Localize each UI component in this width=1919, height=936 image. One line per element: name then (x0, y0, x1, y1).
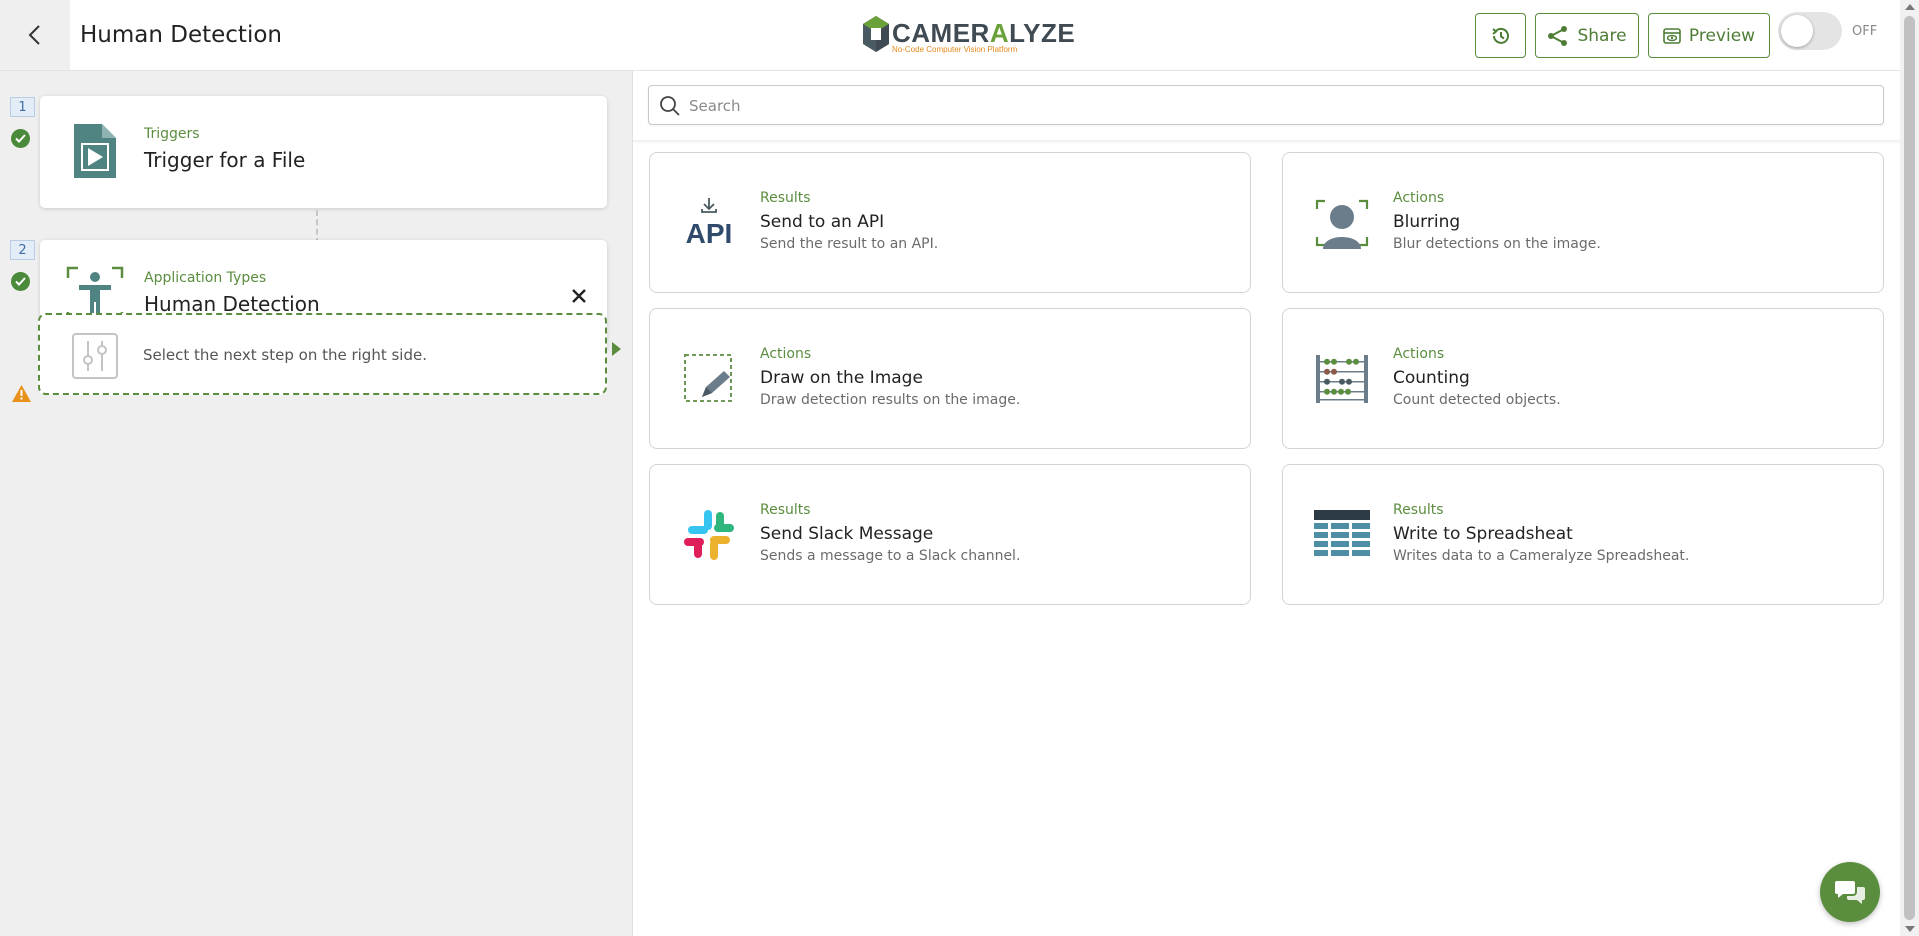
warning-icon (12, 385, 31, 402)
step-title: Trigger for a File (144, 148, 306, 172)
action-card-send-to-api[interactable]: API Results Send to an API Send the resu… (649, 152, 1251, 293)
history-button[interactable] (1475, 13, 1526, 58)
top-header: Human Detection CAMERALYZE No-Code Compu… (0, 0, 1900, 71)
step-number-2: 2 (10, 240, 35, 260)
action-category: Results (760, 190, 811, 206)
toggle-knob (1781, 15, 1813, 47)
action-category: Actions (760, 346, 812, 362)
share-icon (1548, 25, 1568, 46)
spreadsheet-icon (1314, 510, 1370, 556)
share-button[interactable]: Share (1535, 13, 1639, 58)
action-card-blurring[interactable]: Actions Blurring Blur detections on the … (1282, 152, 1884, 293)
action-description: Count detected objects. (1393, 392, 1561, 408)
close-icon[interactable] (569, 286, 589, 306)
action-card-send-slack-message[interactable]: Results Send Slack Message Sends a messa… (649, 464, 1251, 605)
toggle-state-label: OFF (1852, 24, 1878, 39)
action-category: Actions (1393, 346, 1445, 362)
file-play-icon (74, 124, 116, 178)
search-box (648, 85, 1884, 125)
action-description: Sends a message to a Slack channel. (760, 548, 1021, 564)
vertical-scrollbar[interactable] (1900, 0, 1919, 936)
action-card-draw-on-image[interactable]: Actions Draw on the Image Draw detection… (649, 308, 1251, 449)
action-title: Draw on the Image (760, 368, 923, 388)
logo-hexagon-icon (863, 16, 889, 52)
preview-label: Preview (1688, 25, 1756, 46)
chat-bubbles-icon (1835, 881, 1865, 904)
action-description: Writes data to a Cameralyze Spreadsheat. (1393, 548, 1690, 564)
search-input[interactable] (689, 92, 1869, 120)
action-title: Write to Spreadsheat (1393, 524, 1573, 544)
step-connector (316, 210, 318, 244)
action-category: Results (1393, 502, 1444, 518)
svg-text:API: API (686, 218, 733, 249)
slack-icon (684, 510, 734, 560)
preview-button[interactable]: Preview (1648, 13, 1770, 58)
action-description: Draw detection results on the image. (760, 392, 1021, 408)
blur-person-icon (1315, 199, 1369, 249)
publish-toggle[interactable] (1778, 12, 1842, 50)
action-card-write-to-spreadsheat[interactable]: Results Write to Spreadsheat Writes data… (1282, 464, 1884, 605)
action-description: Send the result to an API. (760, 236, 939, 252)
cameralyze-logo: CAMERALYZE No-Code Computer Vision Platf… (861, 14, 1075, 56)
preview-eye-icon (1663, 27, 1681, 44)
chevron-left-icon (28, 25, 40, 45)
next-step-placeholder[interactable]: Select the next step on the right side. (38, 313, 607, 395)
chat-support-button[interactable] (1820, 862, 1880, 922)
page-title: Human Detection (80, 22, 282, 48)
action-category: Actions (1393, 190, 1445, 206)
check-circle-icon (11, 272, 30, 291)
next-arrow-icon (612, 342, 621, 356)
api-icon: API (686, 198, 733, 249)
next-step-text: Select the next step on the right side. (143, 346, 427, 364)
search-icon (660, 96, 680, 116)
scroll-thumb[interactable] (1904, 16, 1915, 920)
check-circle-icon (11, 129, 30, 148)
search-divider (633, 140, 1900, 144)
draw-pencil-icon (684, 354, 732, 402)
scroll-up-icon[interactable] (1905, 4, 1915, 10)
action-title: Blurring (1393, 212, 1461, 232)
back-button[interactable] (0, 0, 70, 70)
action-title: Send to an API (760, 212, 885, 232)
logo-tagline: No-Code Computer Vision Platform (892, 45, 1018, 54)
action-title: Counting (1393, 368, 1470, 388)
step-category: Application Types (144, 270, 267, 286)
action-category: Results (760, 502, 811, 518)
scroll-down-icon[interactable] (1905, 926, 1915, 932)
action-description: Blur detections on the image. (1393, 236, 1601, 252)
history-icon (1491, 27, 1509, 44)
step-number-1: 1 (10, 97, 35, 117)
workflow-panel: 1 Triggers Trigger for a File 2 Applicat… (0, 71, 633, 936)
share-label: Share (1577, 25, 1627, 46)
step-card-trigger[interactable]: Triggers Trigger for a File (40, 96, 607, 208)
action-title: Send Slack Message (760, 524, 934, 544)
step-category: Triggers (144, 126, 200, 142)
sliders-icon (72, 333, 118, 379)
abacus-icon (1316, 355, 1368, 403)
action-card-counting[interactable]: Actions Counting Count detected objects. (1282, 308, 1884, 449)
